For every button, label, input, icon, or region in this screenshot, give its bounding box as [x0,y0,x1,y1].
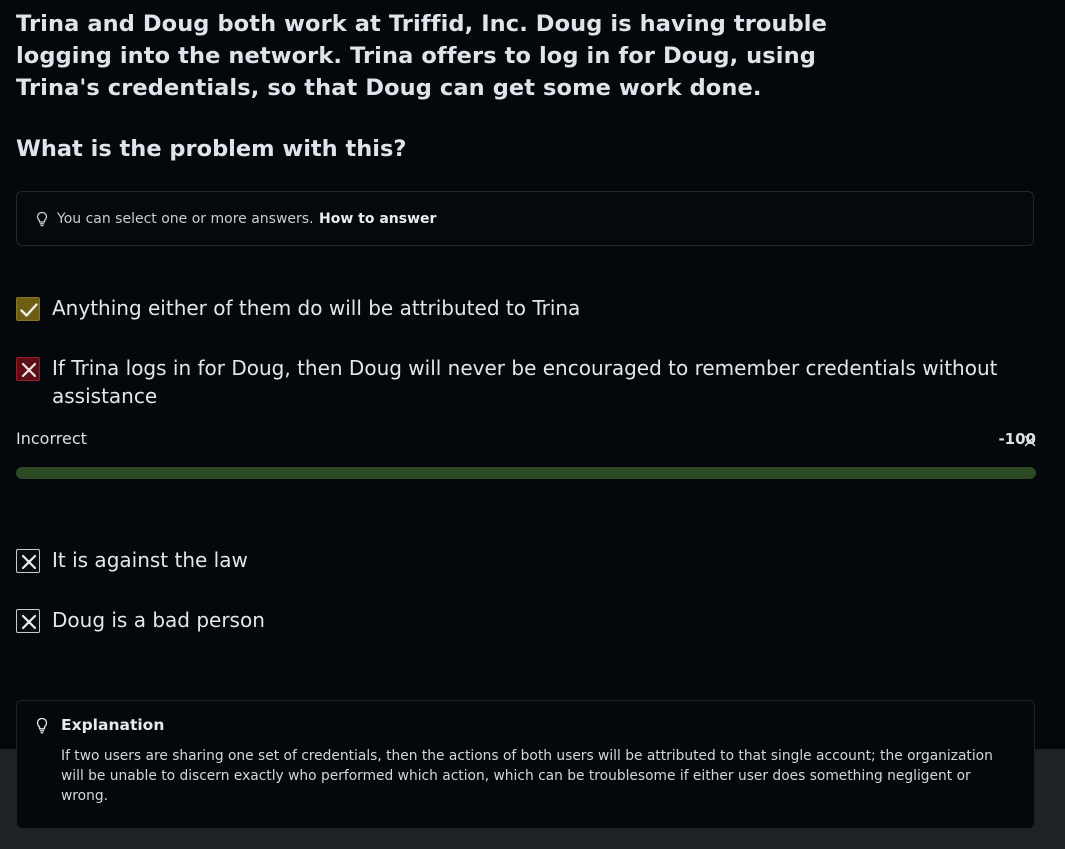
explanation-panel: Explanation If two users are sharing one… [16,700,1035,829]
how-to-answer-link[interactable]: How to answer [319,210,436,228]
result-label: Incorrect [16,429,87,448]
option-label: Anything either of them do will be attri… [52,296,581,320]
checkmark-icon [20,303,38,317]
x-icon [21,554,37,570]
explanation-text: If two users are sharing one set of cred… [61,748,993,804]
hint-box: You can select one or more answers. How … [16,191,1034,246]
option-label: If Trina logs in for Doug, then Doug wil… [52,356,998,408]
option-label: It is against the law [52,548,248,572]
checkbox-not-selected[interactable] [16,549,40,573]
checkbox-correct[interactable] [16,297,40,321]
question-ask: What is the problem with this? [16,136,407,162]
lightbulb-icon [35,211,49,227]
result-progress-bar [16,467,1036,479]
option-label: Doug is a bad person [52,608,265,632]
question-prompt: Trina and Doug both work at Triffid, Inc… [16,11,827,101]
close-icon [1024,432,1036,447]
checkbox-incorrect[interactable] [16,357,40,381]
x-icon [21,362,37,378]
lightbulb-icon [35,717,49,735]
checkbox-not-selected[interactable] [16,609,40,633]
x-icon [21,614,37,630]
result-progress-fill [16,467,1036,479]
explanation-title: Explanation [61,716,165,734]
hint-text: You can select one or more answers. [57,211,314,227]
